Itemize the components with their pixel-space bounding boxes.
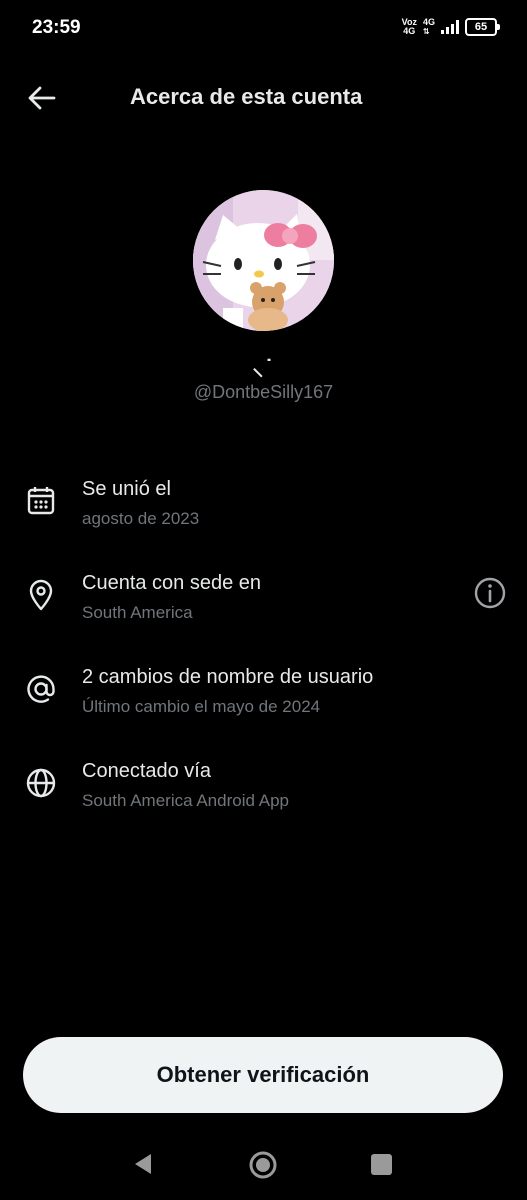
nav-back-icon[interactable] (131, 1152, 155, 1176)
info-title: Se unió el (82, 478, 171, 500)
username-handle: @DontbeSilly167 (193, 382, 334, 402)
system-nav-bar (0, 1130, 527, 1200)
nav-recents-icon[interactable] (371, 1154, 392, 1175)
info-title: Conectado vía (82, 760, 211, 782)
signal-icon (441, 20, 459, 34)
info-row-location: Cuenta con sede en South America (0, 564, 527, 634)
info-title: 2 cambios de nombre de usuario (82, 666, 374, 688)
globe-icon (26, 768, 56, 798)
back-button[interactable] (26, 82, 58, 114)
avatar[interactable] (193, 190, 334, 331)
get-verified-button[interactable]: Obtener verificación (23, 1037, 503, 1113)
status-icons: Voz 4G 4G ⇅ 65 (401, 17, 500, 37)
arrow-left-icon (28, 86, 56, 110)
info-subtitle: South America Android App (82, 791, 289, 810)
hello-kitty-avatar-icon (193, 190, 334, 331)
status-bar: 23:59 Voz 4G 4G ⇅ 65 (0, 0, 527, 58)
location-pin-icon (29, 579, 53, 611)
info-subtitle: South America (82, 603, 193, 622)
info-row-connected-via: Conectado vía South America Android App (0, 752, 527, 822)
info-icon[interactable] (473, 576, 507, 610)
data-arrows-icon: ⇅ (422, 27, 430, 36)
nav-home-icon[interactable] (248, 1150, 278, 1180)
battery-icon: 65 (465, 18, 500, 36)
header: Acerca de esta cuenta (0, 72, 527, 122)
status-time: 23:59 (32, 17, 81, 38)
info-subtitle: Último cambio el mayo de 2024 (82, 697, 321, 716)
display-name: ⸜˙ (252, 355, 275, 380)
network-indicator: 4G ⇅ (422, 17, 435, 37)
info-row-joined: Se unió el agosto de 2023 (0, 470, 527, 540)
page-title: Acerca de esta cuenta (130, 84, 363, 109)
info-title: Cuenta con sede en (82, 572, 262, 594)
info-row-username-changes: 2 cambios de nombre de usuario Último ca… (0, 658, 527, 728)
at-sign-icon (27, 675, 55, 703)
volte-indicator: Voz 4G (401, 17, 417, 36)
info-subtitle: agosto de 2023 (82, 509, 200, 528)
calendar-icon (27, 487, 55, 515)
